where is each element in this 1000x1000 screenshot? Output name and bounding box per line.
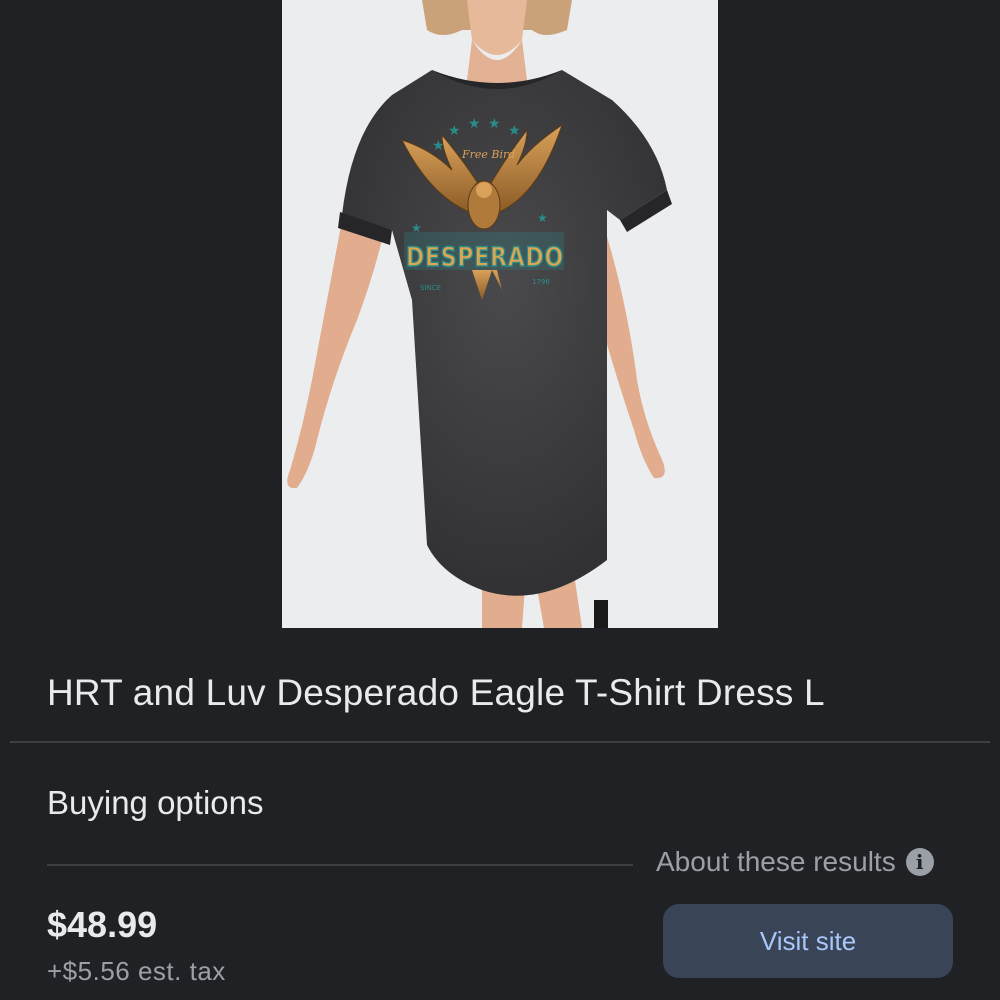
product-image[interactable]: ★ ★ ★ ★ ★ ★ ★ Free Bird DESPERADO SINCE … [282, 0, 718, 628]
product-title: HRT and Luv Desperado Eagle T-Shirt Dres… [47, 672, 825, 713]
estimated-tax: +$5.56 est. tax [47, 956, 226, 986]
svg-text:★: ★ [488, 116, 501, 132]
graphic-year-text: 1796 [532, 278, 550, 286]
shopping-result-page: ★ ★ ★ ★ ★ ★ ★ Free Bird DESPERADO SINCE … [0, 0, 1000, 1000]
price: $48.99 [47, 904, 158, 945]
graphic-since-text: SINCE [420, 284, 441, 292]
about-these-results-link[interactable]: About these results i [656, 846, 934, 878]
graphic-script-text: Free Bird [461, 148, 515, 161]
buying-options-heading: Buying options [47, 784, 264, 821]
product-photo: ★ ★ ★ ★ ★ ★ ★ Free Bird DESPERADO SINCE … [282, 0, 718, 628]
buying-options-divider [47, 864, 633, 866]
svg-text:★: ★ [448, 123, 461, 139]
visit-site-button[interactable]: Visit site [663, 904, 953, 978]
graphic-logo-text: DESPERADO [406, 242, 564, 273]
svg-text:★: ★ [508, 123, 521, 139]
about-these-results-label: About these results [656, 846, 896, 877]
info-icon[interactable]: i [905, 848, 934, 876]
svg-text:★: ★ [537, 211, 548, 225]
svg-text:★: ★ [468, 116, 481, 132]
section-divider [10, 741, 990, 743]
